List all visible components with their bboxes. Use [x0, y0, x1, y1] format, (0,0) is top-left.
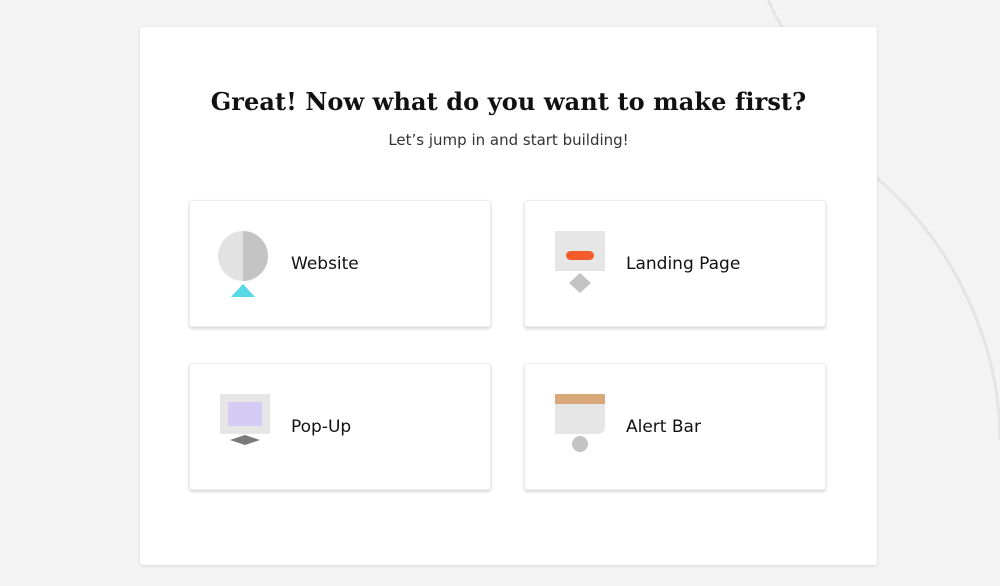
- popup-icon: [220, 394, 270, 445]
- alert-bar-option-label: Alert Bar: [626, 417, 701, 437]
- landing-page-option-label: Landing Page: [626, 254, 741, 274]
- create-dialog: Great! Now what do you want to make firs…: [140, 27, 877, 565]
- alert-bar-option-card[interactable]: Alert Bar: [524, 363, 826, 490]
- page-subtitle: Let’s jump in and start building!: [388, 131, 629, 149]
- landing-page-icon: [555, 231, 605, 293]
- page-title: Great! Now what do you want to make firs…: [210, 87, 807, 116]
- landing-page-option-card[interactable]: Landing Page: [524, 200, 826, 327]
- website-option-label: Website: [291, 254, 359, 274]
- alert-bar-icon: [555, 394, 605, 452]
- website-icon: [218, 231, 268, 297]
- website-option-card[interactable]: Website: [189, 200, 491, 327]
- popup-option-label: Pop-Up: [291, 417, 352, 437]
- popup-option-card[interactable]: Pop-Up: [189, 363, 491, 490]
